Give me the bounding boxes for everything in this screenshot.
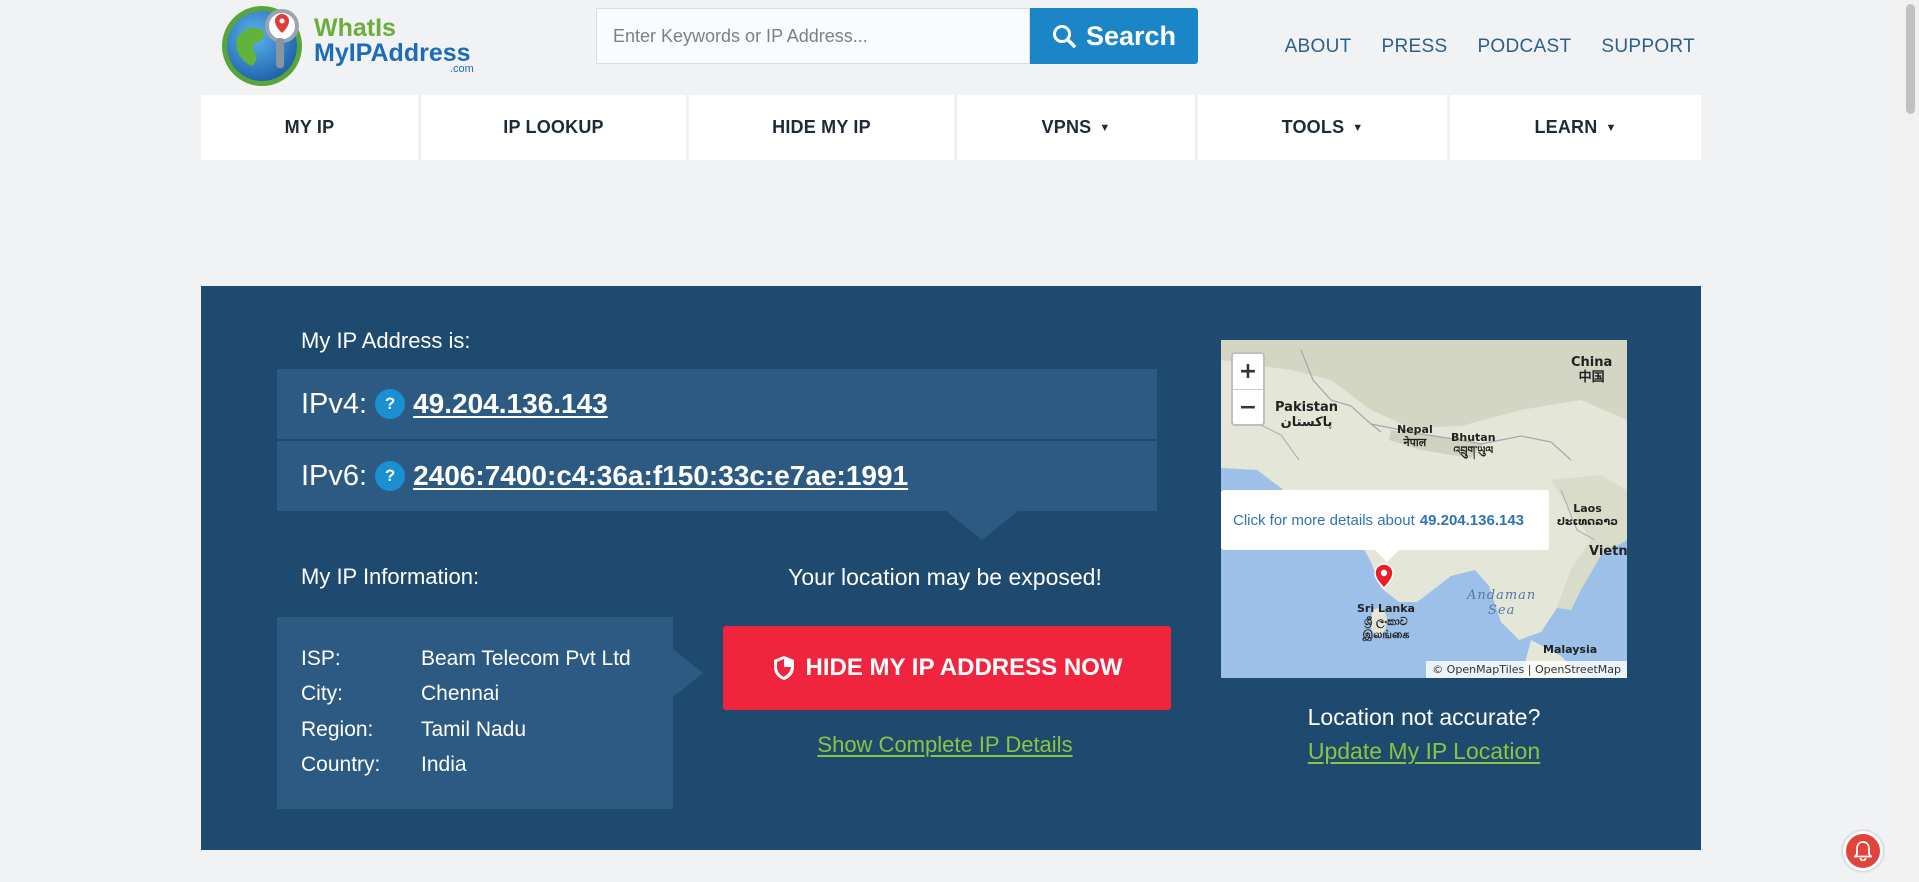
caret-down-icon: ▼ [1099,121,1111,134]
main-nav: MY IP IP LOOKUP HIDE MY IP VPNS ▼ TOOLS … [201,95,1701,160]
nav-vpns[interactable]: VPNS ▼ [957,95,1198,160]
page-scrollbar[interactable] [1902,0,1919,882]
help-icon[interactable]: ? [375,461,406,491]
map-label-nepal: Nepal नेपाल [1397,423,1433,449]
ipv4-row: IPv4: ? 49.204.136.143 [277,369,1157,439]
info-row-region: Region: Tamil Nadu [301,712,673,748]
ipv4-value[interactable]: 49.204.136.143 [413,388,608,420]
location-question: Location not accurate? [1307,704,1541,730]
caret-down-icon: ▼ [1605,121,1617,134]
site-logo[interactable]: WhatIs MyIPAddress .com [218,0,482,90]
map-label-laos: Laos ປະເທດລາວ [1557,502,1619,528]
ip-info-box: ISP: Beam Telecom Pvt Ltd City: Chennai … [277,617,703,809]
search-input[interactable] [596,8,1030,64]
info-value: India [421,753,467,777]
nav-label: MY IP [284,117,335,137]
nav-learn[interactable]: LEARN ▼ [1450,95,1701,160]
info-key: City: [301,682,343,706]
location-map[interactable]: + − China 中国 Pakistan پاکستان Nepal नेपाल B… [1221,340,1627,678]
ip-info-panel: My IP Address is: IPv4: ? 49.204.136.143… [201,286,1701,850]
map-label-malaysia: Malaysia [1543,643,1598,656]
map-attribution[interactable]: © OpenMapTiles | OpenStreetMap [1426,661,1627,678]
nav-label: LEARN [1534,117,1598,137]
map-popup-text: Click for more details about [1233,511,1415,529]
nav-ip-lookup[interactable]: IP LOOKUP [421,95,689,160]
info-row-city: City: Chennai [301,677,673,713]
search-button[interactable]: Search [1030,8,1198,64]
scrollbar-thumb[interactable] [1906,4,1915,114]
info-value: Beam Telecom Pvt Ltd [421,646,631,670]
map-label-bhutan: Bhutan འབྲུག་ཡུལ [1451,431,1496,457]
info-row-isp: ISP: Beam Telecom Pvt Ltd [301,641,673,677]
info-key: Country: [301,753,381,777]
ipv6-value[interactable]: 2406:7400:c4:36a:f150:33c:e7ae:1991 [413,460,908,492]
nav-label: IP LOOKUP [503,117,604,137]
map-popup[interactable]: Click for more details about 49.204.136.… [1221,490,1549,562]
update-location-link[interactable]: Update My IP Location [1221,738,1627,765]
info-key: ISP: [301,646,341,670]
my-ip-heading: My IP Address is: [301,328,471,353]
top-nav-press[interactable]: PRESS [1382,36,1448,58]
nav-label: TOOLS [1281,117,1345,137]
zoom-out-button[interactable]: − [1233,390,1263,425]
top-nav-podcast[interactable]: PODCAST [1477,36,1571,58]
callout-pointer [940,506,1024,540]
shield-icon [773,656,794,680]
logo-line1: WhatIs [314,14,396,42]
search-icon [1052,25,1076,48]
top-nav: ABOUT PRESS PODCAST SUPPORT [1285,36,1695,58]
zoom-in-button[interactable]: + [1233,354,1263,390]
ip-info-heading: My IP Information: [301,564,480,589]
info-value: Tamil Nadu [421,717,527,741]
nav-my-ip[interactable]: MY IP [201,95,421,160]
map-label-sri-lanka: Sri Lanka ශ්‍රී ලංකාව இலங்கை [1357,602,1415,641]
help-icon[interactable]: ? [375,389,406,419]
info-row-country: Country: India [301,748,673,784]
nav-label: VPNS [1041,117,1092,137]
caret-down-icon: ▼ [1352,121,1364,134]
show-complete-details-link[interactable]: Show Complete IP Details [721,732,1169,758]
ipv6-label: IPv6: [301,459,368,492]
ipv6-row: IPv6: ? 2406:7400:c4:36a:f150:33c:e7ae:1… [277,441,1157,511]
nav-label: HIDE MY IP [772,117,871,137]
map-label-china: China 中国 [1571,355,1613,385]
nav-hide-my-ip[interactable]: HIDE MY IP [689,95,957,160]
location-exposed-text: Your location may be exposed! [788,564,1102,590]
top-nav-about[interactable]: ABOUT [1285,36,1352,58]
map-zoom-control: + − [1231,352,1265,426]
hide-my-ip-button[interactable]: HIDE MY IP ADDRESS NOW [723,626,1171,710]
ipv4-label: IPv4: [301,387,368,420]
search-button-label: Search [1085,20,1177,51]
hide-button-label: HIDE MY IP ADDRESS NOW [805,654,1123,681]
map-label-pakistan: Pakistan پاکستان [1275,400,1339,430]
logo-suffix: .com [450,63,474,75]
map-popup-ip: 49.204.136.143 [1419,511,1525,529]
map-label-andaman-sea: Andaman Sea [1467,588,1537,618]
bell-icon [1854,841,1872,861]
top-nav-support[interactable]: SUPPORT [1601,36,1695,58]
logo-line2: MyIPAddress [314,39,471,67]
info-value: Chennai [421,682,500,706]
notification-bell-button[interactable] [1843,831,1883,871]
nav-tools[interactable]: TOOLS ▼ [1198,95,1450,160]
info-key: Region: [301,717,374,741]
map-label-vietnam: Vietn [1589,544,1627,559]
